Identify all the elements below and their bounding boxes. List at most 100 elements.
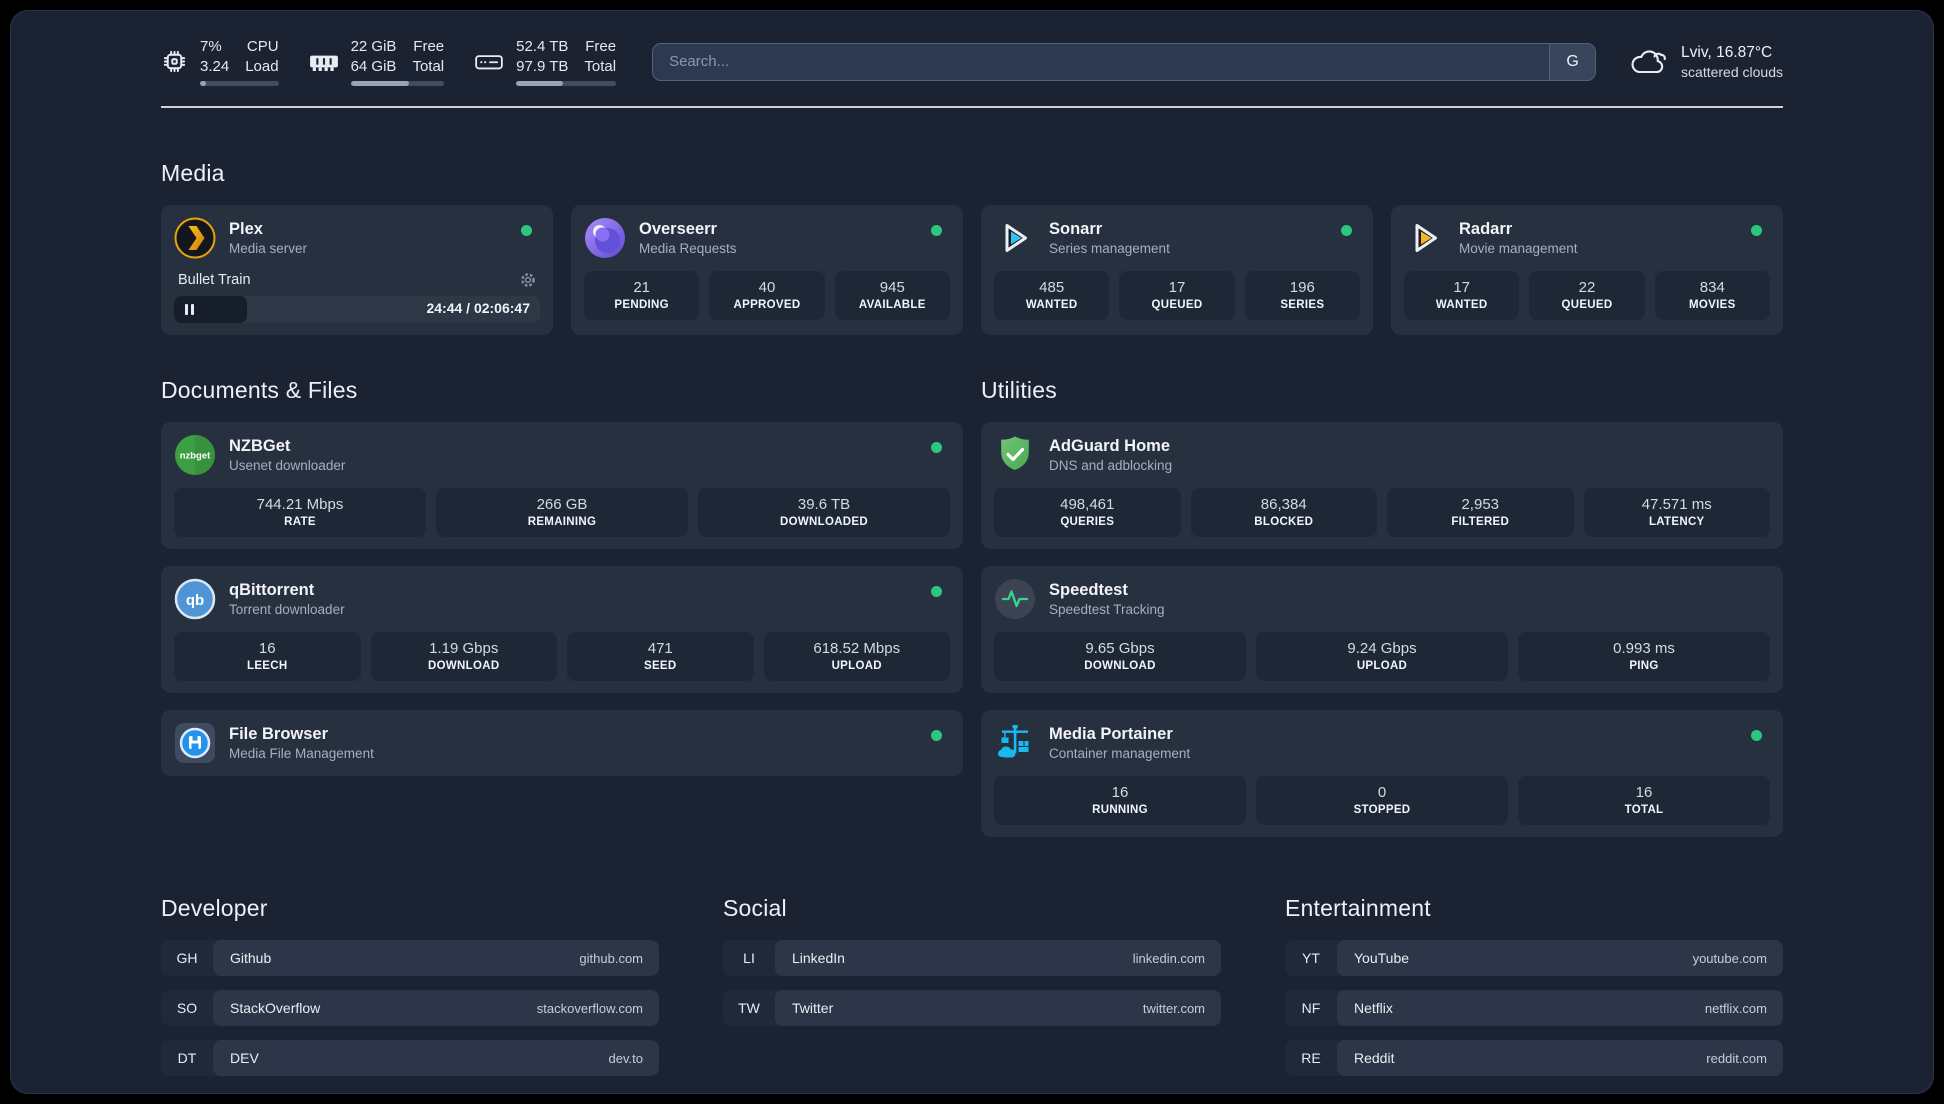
- stat-box: 945 AVAILABLE: [834, 271, 950, 320]
- service-name: qBittorrent: [229, 581, 315, 599]
- stat-box: 86,384 BLOCKED: [1190, 488, 1377, 537]
- status-dot: [521, 225, 532, 236]
- status-dot: [931, 442, 942, 453]
- bookmark-abbr: NF: [1301, 1000, 1321, 1016]
- plex-icon: [174, 217, 216, 259]
- playback-time: 24:44 / 02:06:47: [426, 300, 530, 316]
- disk-free-value: 52.4 TB: [516, 38, 569, 55]
- service-description: DNS and adblocking: [1049, 458, 1173, 473]
- stat-box: 834 MOVIES: [1654, 271, 1770, 320]
- bookmark-name: YouTube: [1354, 950, 1410, 966]
- service-name: Radarr: [1459, 220, 1513, 238]
- section-title-social: Social: [723, 895, 787, 921]
- service-name: Sonarr: [1049, 220, 1103, 238]
- service-name: Overseerr: [639, 220, 717, 238]
- bookmark-abbr: LI: [743, 950, 755, 966]
- service-card-sonarr[interactable]: Sonarr Series management 485 WANTED 17 QUE…: [981, 205, 1373, 335]
- service-card-adguard[interactable]: AdGuard Home DNS and adblocking 498,461 Q…: [981, 422, 1783, 549]
- bookmark-name: Github: [230, 950, 272, 966]
- bookmark-reddit[interactable]: RE Reddit reddit.com: [1285, 1040, 1783, 1076]
- disk-icon: [474, 51, 504, 73]
- bookmark-group-developer: Developer GH Github github.com SO StackO…: [161, 895, 659, 1090]
- filebrowser-icon: [174, 722, 216, 764]
- cloud-icon: [1628, 46, 1668, 78]
- section-title-documents: Documents & Files: [161, 377, 358, 403]
- search-bar: G: [652, 42, 1597, 81]
- service-description: Container management: [1049, 746, 1191, 761]
- memory-progress-bar: [350, 81, 445, 86]
- disk-total-value: 97.9 TB: [516, 57, 569, 75]
- service-card-overseerr[interactable]: Overseerr Media Requests 21 PENDING 40 APP…: [571, 205, 963, 335]
- speedtest-icon: [994, 578, 1036, 620]
- bookmark-netflix[interactable]: NF Netflix netflix.com: [1285, 990, 1783, 1026]
- stat-box: 21 PENDING: [584, 271, 700, 320]
- bookmark-github[interactable]: GH Github github.com: [161, 940, 659, 976]
- bookmark-linkedin[interactable]: LI LinkedIn linkedin.com: [723, 940, 1221, 976]
- svg-text:qb: qb: [186, 592, 204, 609]
- bookmark-url: twitter.com: [1142, 1000, 1205, 1016]
- search-engine-button[interactable]: G: [1549, 43, 1596, 80]
- service-card-plex[interactable]: Plex Media server Bullet Train 24:44 / 0…: [161, 205, 553, 335]
- bookmark-group-entertainment: Entertainment YT YouTube youtube.com NF …: [1285, 895, 1783, 1090]
- header-divider: [161, 106, 1783, 108]
- cpu-percent: 7%: [200, 38, 222, 55]
- nzbget-icon: nzbget: [174, 434, 216, 476]
- bookmark-url: reddit.com: [1706, 1050, 1767, 1066]
- bookmark-name: DEV: [230, 1050, 259, 1066]
- stat-box: 39.6 TB DOWNLOADED: [698, 488, 950, 537]
- status-dot: [931, 586, 942, 597]
- documents-column: Documents & Files nzbget NZBGet Usenet d…: [161, 377, 963, 837]
- weather-widget[interactable]: Lviv, 16.87°C scattered clouds: [1628, 44, 1783, 80]
- service-description: Movie management: [1459, 241, 1578, 256]
- settings-icon[interactable]: [520, 272, 536, 288]
- search-input[interactable]: [653, 43, 1550, 80]
- bookmark-name: StackOverflow: [230, 1000, 321, 1016]
- bookmark-name: Reddit: [1354, 1050, 1395, 1066]
- service-name: Plex: [229, 220, 263, 238]
- service-name: Media Portainer: [1049, 725, 1173, 743]
- qbittorrent-icon: qb: [174, 578, 216, 620]
- stat-box: 618.52 Mbps UPLOAD: [763, 632, 950, 681]
- sonarr-icon: [994, 217, 1036, 259]
- now-playing-title: Bullet Train: [178, 272, 251, 288]
- memory-total-label: Total: [412, 57, 445, 75]
- service-card-speedtest[interactable]: Speedtest Speedtest Tracking 9.65 Gbps DO…: [981, 566, 1783, 693]
- bookmark-stackoverflow[interactable]: SO StackOverflow stackoverflow.com: [161, 990, 659, 1026]
- stat-box: 17 QUEUED: [1119, 271, 1235, 320]
- service-card-portainer[interactable]: Media Portainer Container management 16 R…: [981, 710, 1783, 837]
- stat-box: 485 WANTED: [994, 271, 1110, 320]
- bookmark-group-social: Social LI LinkedIn linkedin.com TW Twitt…: [723, 895, 1221, 1090]
- disk-total-label: Total: [584, 57, 617, 75]
- service-description: Series management: [1049, 241, 1170, 256]
- bookmark-dev[interactable]: DT DEV dev.to: [161, 1040, 659, 1076]
- weather-location-temp: Lviv, 16.87°C: [1681, 43, 1773, 61]
- stat-box: 266 GB REMAINING: [436, 488, 688, 537]
- overseerr-icon: [584, 217, 626, 259]
- status-dot: [1341, 225, 1352, 236]
- service-card-filebrowser[interactable]: File Browser Media File Management: [161, 710, 963, 776]
- service-card-qbittorrent[interactable]: qb qBittorrent Torrent downloader 16 LEEC…: [161, 566, 963, 693]
- service-card-radarr[interactable]: Radarr Movie management 17 WANTED 22 QUEUE…: [1391, 205, 1783, 335]
- plex-now-playing: Bullet Train 24:44 / 02:06:47: [174, 270, 540, 323]
- stat-box: 40 APPROVED: [709, 271, 825, 320]
- bookmark-url: dev.to: [608, 1050, 643, 1066]
- stat-box: 16 TOTAL: [1518, 776, 1770, 825]
- disk-progress-bar: [516, 81, 617, 86]
- disk-free-label: Free: [585, 38, 617, 55]
- section-title-utilities: Utilities: [981, 377, 1057, 403]
- system-stats: 7% 3.24 CPU Load 22 GiB 64 GiB Free Tota…: [161, 37, 617, 86]
- memory-total-value: 64 GiB: [350, 57, 397, 75]
- playback-progress-bar[interactable]: 24:44 / 02:06:47: [174, 296, 540, 323]
- cpu-label: CPU: [246, 38, 279, 55]
- stat-box: 16 LEECH: [174, 632, 361, 681]
- section-title-entertainment: Entertainment: [1285, 895, 1431, 921]
- header: 7% 3.24 CPU Load 22 GiB 64 GiB Free Tota…: [161, 37, 1783, 86]
- bookmark-twitter[interactable]: TW Twitter twitter.com: [723, 990, 1221, 1026]
- service-name: NZBGet: [229, 437, 291, 455]
- bookmark-youtube[interactable]: YT YouTube youtube.com: [1285, 940, 1783, 976]
- stat-box: 0.993 ms PING: [1518, 632, 1770, 681]
- adguard-icon: [994, 434, 1036, 476]
- bookmark-url: github.com: [579, 950, 643, 966]
- service-card-nzbget[interactable]: nzbget NZBGet Usenet downloader 744.21 M…: [161, 422, 963, 549]
- stat-box: 9.65 Gbps DOWNLOAD: [994, 632, 1246, 681]
